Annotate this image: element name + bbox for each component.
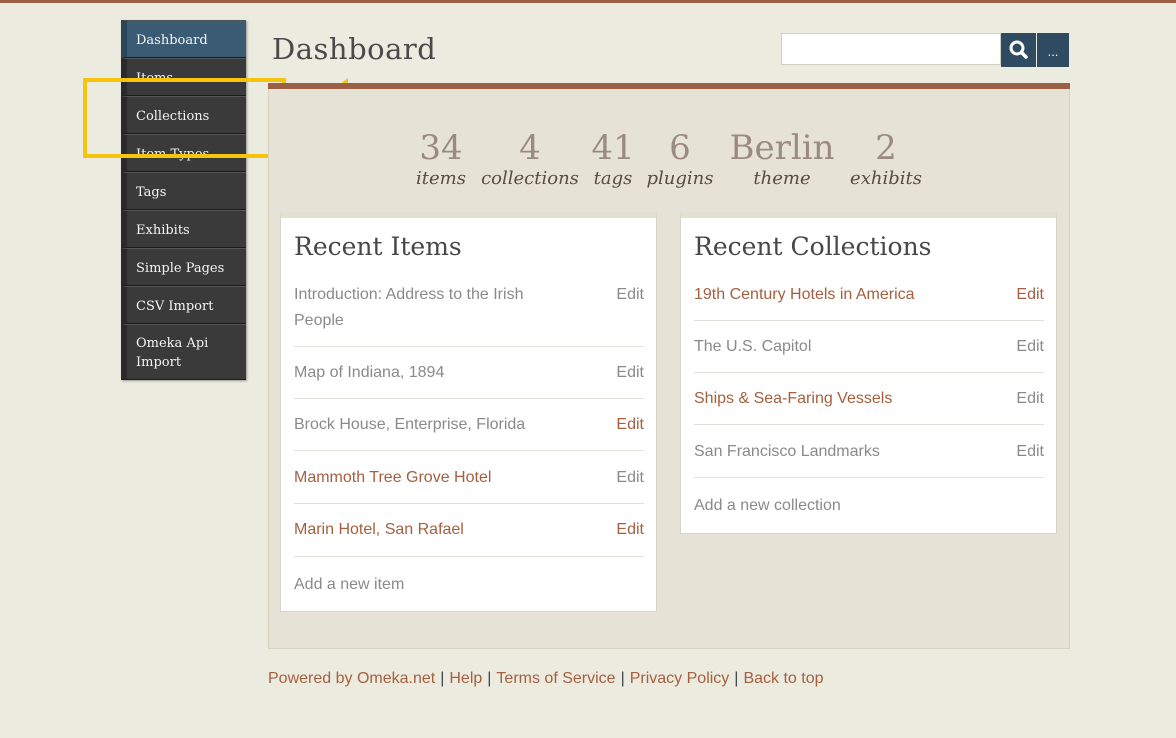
list-item: The U.S. Capitol Edit (694, 334, 1044, 373)
edit-link[interactable]: Edit (616, 360, 644, 386)
stat-tags-label: tags (593, 168, 633, 189)
list-item: Map of Indiana, 1894 Edit (294, 360, 644, 399)
stat-plugins-label: plugins (646, 168, 714, 189)
footer-separator: | (487, 670, 492, 687)
nav-item-omeka-api-import[interactable]: Omeka Api Import (121, 324, 246, 380)
stat-plugins[interactable]: 6 plugins (645, 128, 715, 190)
footer-privacy-link[interactable]: Privacy Policy (630, 670, 730, 687)
footer-separator: | (440, 670, 445, 687)
list-item: San Francisco Landmarks Edit (694, 439, 1044, 478)
nav-item-csv-import[interactable]: CSV Import (121, 286, 246, 324)
stat-exhibits-value: 2 (875, 128, 897, 168)
stat-collections[interactable]: 4 collections (480, 128, 580, 190)
search-button[interactable] (1001, 33, 1036, 67)
collection-title[interactable]: San Francisco Landmarks (694, 439, 964, 465)
nav-item-simple-pages[interactable]: Simple Pages (121, 248, 246, 286)
page-title: Dashboard (272, 32, 437, 66)
edit-link[interactable]: Edit (1016, 439, 1044, 465)
footer-terms-link[interactable]: Terms of Service (496, 670, 615, 687)
footer: Powered by Omeka.net | Help | Terms of Servi… (268, 670, 824, 688)
stat-tags[interactable]: 41 tags (588, 128, 638, 190)
list-item: Introduction: Address to the Irish Peopl… (294, 282, 644, 347)
item-title[interactable]: Mammoth Tree Grove Hotel (294, 465, 564, 491)
stat-collections-label: collections (481, 168, 579, 189)
stat-plugins-value: 6 (669, 128, 691, 168)
recent-collections-title: Recent Collections (694, 232, 932, 261)
recent-items-card: Recent Items Introduction: Address to th… (280, 212, 657, 612)
add-new-item-link[interactable]: Add a new item (294, 576, 404, 594)
stat-items-value: 34 (419, 128, 463, 168)
stat-exhibits-label: exhibits (850, 168, 922, 189)
recent-collections-card: Recent Collections 19th Century Hotels i… (680, 212, 1057, 534)
item-title[interactable]: Marin Hotel, San Rafael (294, 517, 564, 543)
nav-item-tags[interactable]: Tags (121, 172, 246, 210)
edit-link[interactable]: Edit (616, 412, 644, 438)
item-title[interactable]: Brock House, Enterprise, Florida (294, 412, 564, 438)
sidebar-nav: Dashboard Items Collections Item Types T… (121, 20, 246, 380)
footer-help-link[interactable]: Help (449, 670, 482, 687)
list-item: Mammoth Tree Grove Hotel Edit (294, 465, 644, 504)
search-input[interactable] (781, 33, 1001, 65)
stat-tags-value: 41 (591, 128, 635, 168)
footer-separator: | (620, 670, 625, 687)
footer-powered-link[interactable]: Powered by Omeka.net (268, 670, 435, 687)
edit-link[interactable]: Edit (616, 282, 644, 308)
stat-exhibits[interactable]: 2 exhibits (848, 128, 924, 190)
edit-link[interactable]: Edit (616, 517, 644, 543)
stat-theme-label: theme (753, 168, 811, 189)
list-item: Ships & Sea-Faring Vessels Edit (694, 386, 1044, 425)
search-icon (1009, 40, 1028, 59)
nav-item-dashboard[interactable]: Dashboard (121, 20, 246, 58)
item-title[interactable]: Introduction: Address to the Irish Peopl… (294, 282, 564, 334)
highlight-box (83, 78, 286, 158)
collection-title[interactable]: Ships & Sea-Faring Vessels (694, 386, 964, 412)
recent-items-title: Recent Items (294, 232, 462, 261)
stat-collections-value: 4 (519, 128, 541, 168)
list-item: Marin Hotel, San Rafael Edit (294, 517, 644, 557)
edit-link[interactable]: Edit (1016, 282, 1044, 308)
stat-items-label: items (416, 168, 466, 189)
list-item: Brock House, Enterprise, Florida Edit (294, 412, 644, 451)
edit-link[interactable]: Edit (616, 465, 644, 491)
stat-theme[interactable]: Berlin theme (724, 128, 840, 190)
edit-link[interactable]: Edit (1016, 386, 1044, 412)
collection-title[interactable]: 19th Century Hotels in America (694, 282, 964, 308)
advanced-search-button[interactable]: ... (1037, 33, 1069, 67)
item-title[interactable]: Map of Indiana, 1894 (294, 360, 564, 386)
stat-items[interactable]: 34 items (410, 128, 472, 190)
nav-item-exhibits[interactable]: Exhibits (121, 210, 246, 248)
list-item: 19th Century Hotels in America Edit (694, 282, 1044, 321)
footer-separator: | (734, 670, 739, 687)
footer-top-link[interactable]: Back to top (743, 670, 823, 687)
add-new-collection-link[interactable]: Add a new collection (694, 497, 841, 515)
stat-theme-value: Berlin (729, 128, 835, 168)
edit-link[interactable]: Edit (1016, 334, 1044, 360)
collection-title[interactable]: The U.S. Capitol (694, 334, 964, 360)
top-accent-bar (0, 0, 1176, 3)
